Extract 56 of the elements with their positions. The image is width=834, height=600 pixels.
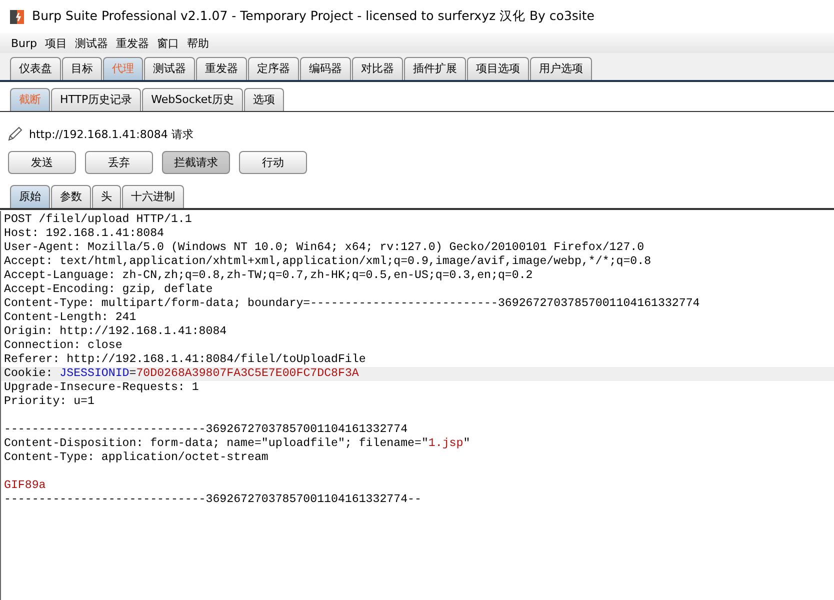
tab[interactable]: 对比器 (352, 57, 403, 80)
code-text: Priority: u=1 (4, 395, 94, 408)
code-text: User-Agent: Mozilla/5.0 (Windows NT 10.0; Win64; x64; rv:127.0) Gecko/20100101 Firefox/127.0 (4, 241, 644, 254)
request-target-label: http://192.168.1.41:8084 请求 (29, 126, 194, 142)
pencil-icon (7, 126, 23, 142)
code-text: Upgrade-Insecure-Requests: 1 (4, 381, 199, 394)
menu-item[interactable]: 测试器 (75, 36, 108, 50)
tab[interactable]: 目标 (62, 57, 102, 80)
request-editor[interactable] (0, 211, 834, 600)
app-logo-icon (9, 8, 25, 24)
code-text: Content-Length: 241 (4, 311, 136, 324)
menu-item[interactable]: Burp (11, 36, 38, 50)
code-text: Content-Disposition: form-data; name="uploadfile"; filename=" (4, 437, 428, 450)
tab[interactable]: 十六进制 (122, 185, 184, 208)
cookie-name: JSESSIONID (60, 367, 130, 380)
tab[interactable]: WebSocket历史 (142, 88, 243, 111)
code-text: Host: 192.168.1.41:8084 (4, 227, 164, 240)
code-text: -----------------------------36926727037857001104161332774 (4, 423, 408, 436)
code-text: Origin: http://192.168.1.41:8084 (4, 325, 227, 338)
tab[interactable]: 原始 (10, 185, 50, 208)
code-text: Accept: text/html,application/xhtml+xml,application/xml;q=0.9,image/avif,image/webp,*/*;q=0.8 (4, 255, 652, 268)
code-text: Accept-Language: zh-CN,zh;q=0.8,zh-TW;q=0.7,zh-HK;q=0.5,en-US;q=0.3,en;q=0.2 (4, 269, 533, 282)
menu-item[interactable]: 项目 (45, 36, 68, 50)
code-text: Connection: close (4, 339, 122, 352)
tab[interactable]: 测试器 (144, 57, 195, 80)
menu-item[interactable]: 重发器 (116, 36, 150, 50)
code-text: POST /filel/upload HTTP/1.1 (4, 213, 192, 226)
window-title: Burp Suite Professional v2.1.07 - Temporary Project - licensed to surferxyz 汉化 By co3site (32, 8, 594, 25)
button[interactable]: 发送 (8, 151, 76, 174)
code-text: Cookie: (4, 367, 54, 380)
tab[interactable]: 编码器 (300, 57, 351, 80)
tab[interactable]: 定序器 (248, 57, 299, 80)
tab[interactable]: 插件扩展 (404, 57, 466, 80)
code-text: Accept-Encoding: gzip, deflate (4, 283, 213, 296)
code-text: Content-Type: application/octet-stream (4, 451, 268, 464)
tab[interactable]: 用户选项 (530, 57, 592, 80)
code-text: " (463, 437, 470, 450)
highlighted-value: 70D0268A39807FA3C5E7E00FC7DC8F3A (136, 367, 359, 380)
highlighted-value: GIF89a (4, 479, 46, 492)
tab[interactable]: 仪表盘 (10, 57, 61, 80)
code-text: = (129, 367, 136, 380)
code-text: -----------------------------36926727037857001104161332774-- (4, 493, 422, 506)
highlighted-value: 1.jsp (428, 437, 464, 450)
button[interactable]: 行动 (239, 151, 307, 174)
tab[interactable]: 项目选项 (467, 57, 529, 80)
tab[interactable]: HTTP历史记录 (51, 88, 142, 111)
code-text: Content-Type: multipart/form-data; boundary=---------------------------36926727037857001104161332774 (4, 297, 700, 310)
tab[interactable]: 重发器 (196, 57, 247, 80)
button[interactable]: 拦截请求 (162, 151, 230, 174)
tab[interactable]: 参数 (51, 185, 91, 208)
menu-item[interactable]: 帮助 (187, 36, 210, 50)
code-text: Referer: http://192.168.1.41:8084/filel/toUploadFile (4, 353, 366, 366)
tab[interactable]: 选项 (244, 88, 284, 111)
button[interactable]: 丢弃 (85, 151, 153, 174)
tab[interactable]: 头 (92, 185, 121, 208)
menu-item[interactable]: 窗口 (157, 36, 180, 50)
